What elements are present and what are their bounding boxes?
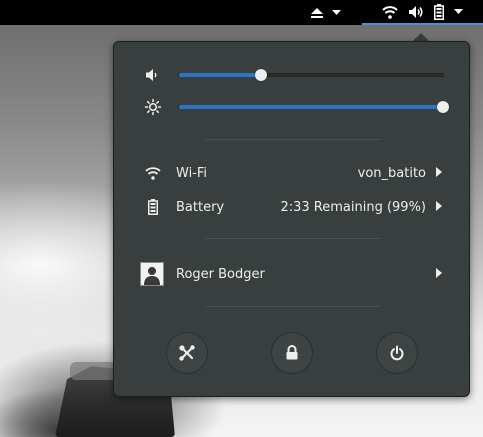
settings-tools-icon	[179, 345, 195, 361]
top-bar	[0, 0, 483, 25]
lock-button[interactable]	[271, 332, 313, 374]
brightness-slider-row	[144, 97, 454, 117]
chevron-down-icon	[454, 8, 463, 14]
user-item[interactable]: Roger Bodger	[140, 262, 444, 286]
wifi-icon	[144, 164, 162, 182]
system-status-button[interactable]	[362, 0, 483, 25]
volume-slider[interactable]	[178, 69, 444, 81]
power-icon	[390, 345, 404, 361]
volume-slider-row	[144, 65, 454, 85]
battery-icon	[434, 3, 444, 20]
system-menu: Wi-Fi von_batito Battery 2:33 Remaining …	[113, 41, 470, 397]
removable-devices-button[interactable]	[305, 0, 345, 25]
chevron-right-icon	[436, 201, 442, 211]
avatar-icon	[140, 262, 164, 286]
chevron-down-icon	[331, 9, 341, 15]
power-button[interactable]	[376, 332, 418, 374]
battery-item[interactable]: Battery 2:33 Remaining (99%)	[144, 196, 444, 218]
separator	[206, 238, 380, 239]
lock-icon	[286, 345, 298, 360]
wifi-network-name: von_batito	[357, 165, 426, 181]
volume-slider-handle[interactable]	[254, 69, 267, 81]
battery-icon	[144, 198, 162, 216]
wifi-item[interactable]: Wi-Fi von_batito	[144, 162, 444, 184]
volume-icon	[409, 5, 423, 18]
brightness-slider[interactable]	[178, 101, 449, 113]
chevron-right-icon	[436, 167, 442, 177]
battery-label: Battery	[176, 199, 225, 215]
battery-status: 2:33 Remaining (99%)	[280, 199, 426, 215]
separator	[206, 306, 380, 307]
brightness-icon	[144, 98, 162, 116]
wifi-icon	[382, 5, 398, 19]
brightness-slider-fill	[179, 105, 443, 109]
wifi-label: Wi-Fi	[176, 165, 208, 181]
volume-icon	[146, 69, 157, 81]
volume-slider-fill	[179, 73, 261, 77]
chevron-right-icon	[436, 268, 442, 278]
eject-icon	[310, 7, 323, 18]
settings-button[interactable]	[166, 332, 208, 374]
separator	[206, 139, 380, 140]
user-name: Roger Bodger	[176, 266, 265, 282]
brightness-slider-handle[interactable]	[437, 101, 449, 113]
